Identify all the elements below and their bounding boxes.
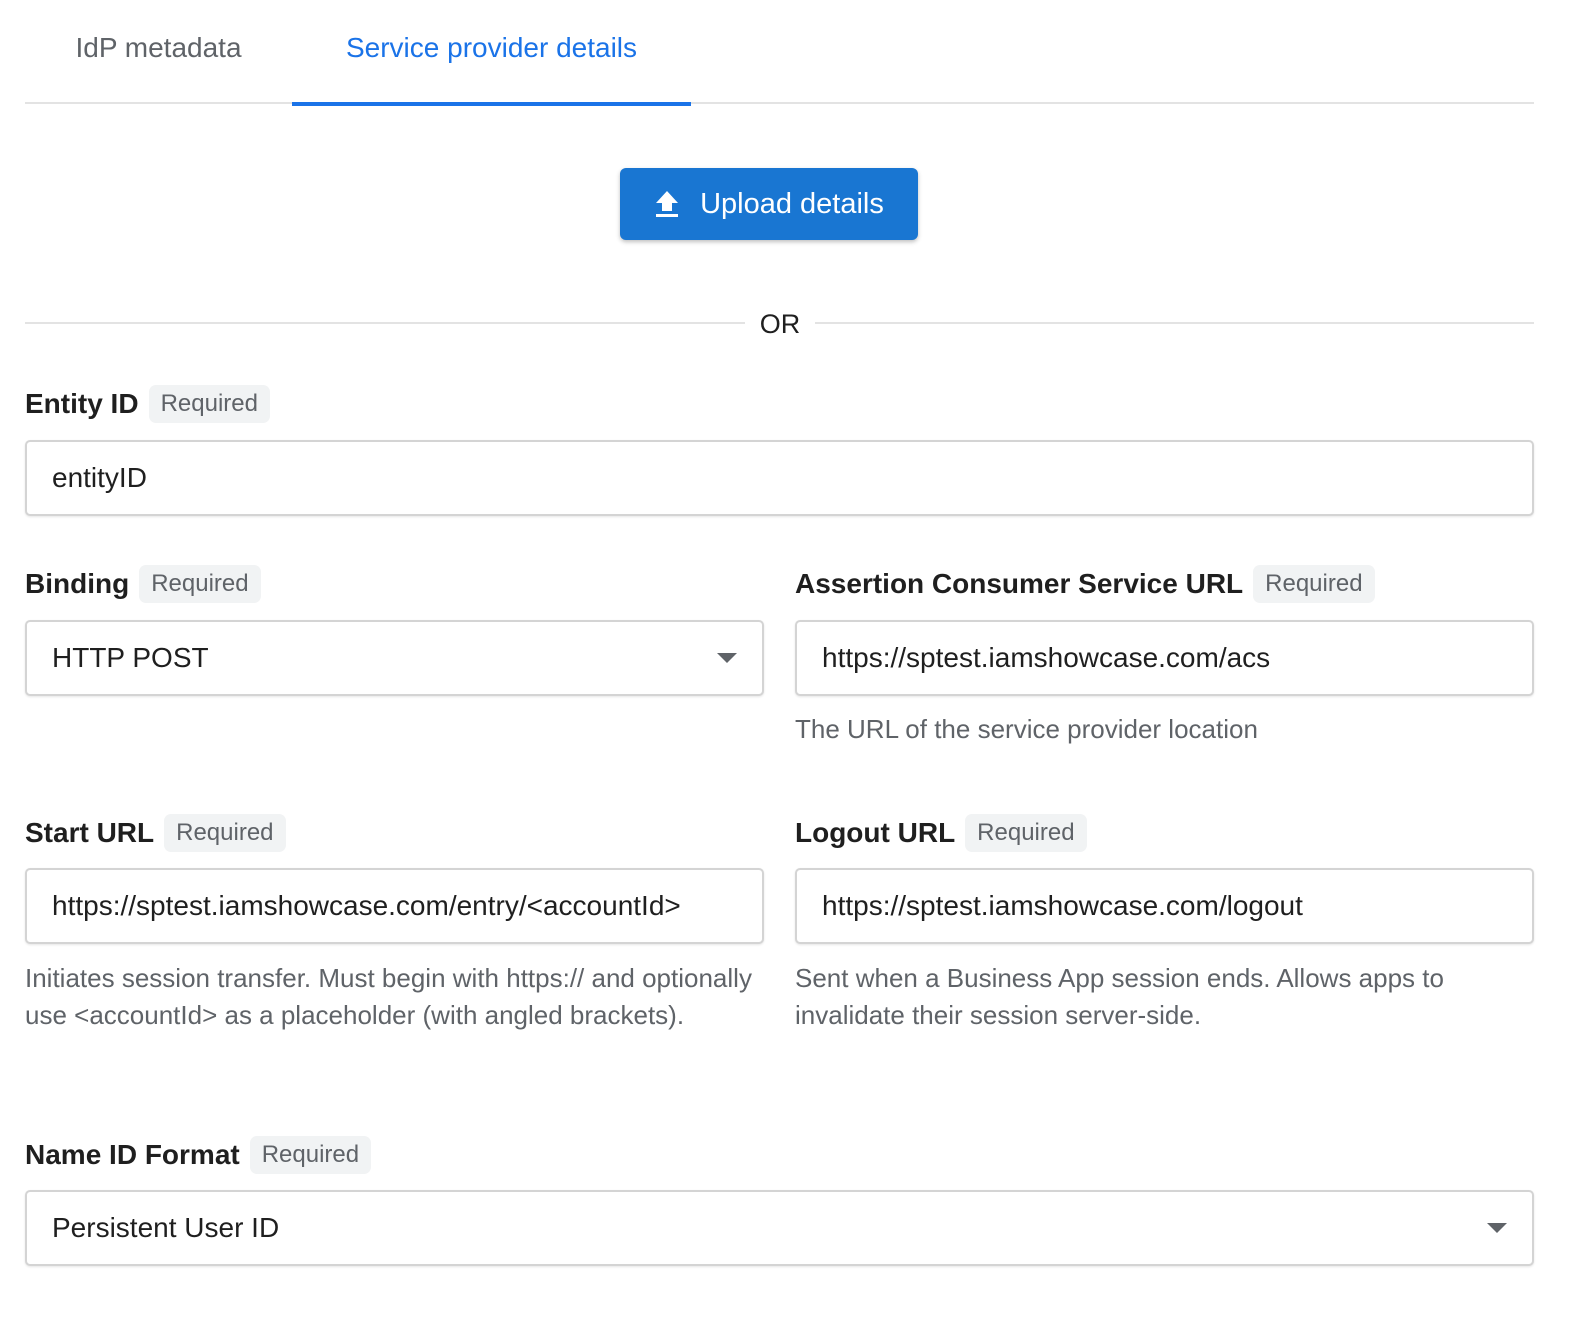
logout-url-label-text: Logout URL	[795, 817, 956, 848]
name-id-format-label-text: Name ID Format	[25, 1139, 240, 1170]
entity-id-input[interactable]: entityID	[25, 440, 1534, 516]
required-badge: Required	[164, 814, 286, 852]
required-badge: Required	[148, 385, 270, 423]
binding-select[interactable]: HTTP POST	[25, 620, 764, 696]
start-url-input[interactable]: https://sptest.iamshowcase.com/entry/<ac…	[25, 868, 764, 944]
chevron-down-icon	[1487, 1223, 1507, 1233]
acs-url-label-text: Assertion Consumer Service URL	[795, 568, 1244, 599]
required-badge: Required	[965, 814, 1087, 852]
entity-id-value: entityID	[52, 462, 147, 493]
required-badge: Required	[249, 1136, 372, 1174]
upload-icon	[654, 189, 680, 219]
logout-url-help: Sent when a Business App session ends. A…	[795, 963, 1444, 1030]
required-badge: Required	[1253, 565, 1375, 603]
binding-label-text: Binding	[25, 568, 130, 599]
acs-url-input[interactable]: https://sptest.iamshowcase.com/acs	[795, 620, 1534, 696]
upload-details-button[interactable]: Upload details	[620, 168, 918, 240]
tab-label: IdP metadata	[75, 32, 242, 63]
sp-details-page: IdP metadata Service provider details Up…	[0, 0, 1570, 1332]
start-url-label: Start URL Required	[25, 813, 286, 853]
logout-url-input[interactable]: https://sptest.iamshowcase.com/logout	[795, 868, 1534, 944]
acs-url-label: Assertion Consumer Service URL Required	[795, 564, 1375, 604]
entity-id-label: Entity ID Required	[25, 384, 270, 424]
tab-bar: IdP metadata Service provider details	[25, 0, 1534, 106]
logout-url-label: Logout URL Required	[795, 813, 1087, 853]
tab-idp-metadata[interactable]: IdP metadata	[25, 0, 292, 104]
name-id-format-value: Persistent User ID	[52, 1212, 280, 1243]
binding-label: Binding Required	[25, 564, 261, 604]
name-id-format-select[interactable]: Persistent User ID	[25, 1190, 1534, 1266]
binding-value: HTTP POST	[52, 642, 209, 673]
entity-id-label-text: Entity ID	[25, 388, 139, 419]
or-divider-label: OR	[745, 306, 815, 342]
start-url-value: https://sptest.iamshowcase.com/entry/<ac…	[52, 890, 681, 921]
tab-label: Service provider details	[345, 32, 638, 63]
tab-service-provider-details[interactable]: Service provider details	[292, 0, 691, 106]
name-id-format-label: Name ID Format Required	[25, 1135, 372, 1175]
acs-url-help: The URL of the service provider location	[795, 714, 1258, 744]
logout-url-value: https://sptest.iamshowcase.com/logout	[822, 890, 1303, 921]
upload-details-label: Upload details	[700, 187, 884, 220]
chevron-down-icon	[717, 653, 737, 663]
start-url-help: Initiates session transfer. Must begin w…	[25, 963, 752, 1030]
acs-url-value: https://sptest.iamshowcase.com/acs	[822, 642, 1271, 673]
start-url-label-text: Start URL	[25, 817, 155, 848]
required-badge: Required	[139, 565, 261, 603]
